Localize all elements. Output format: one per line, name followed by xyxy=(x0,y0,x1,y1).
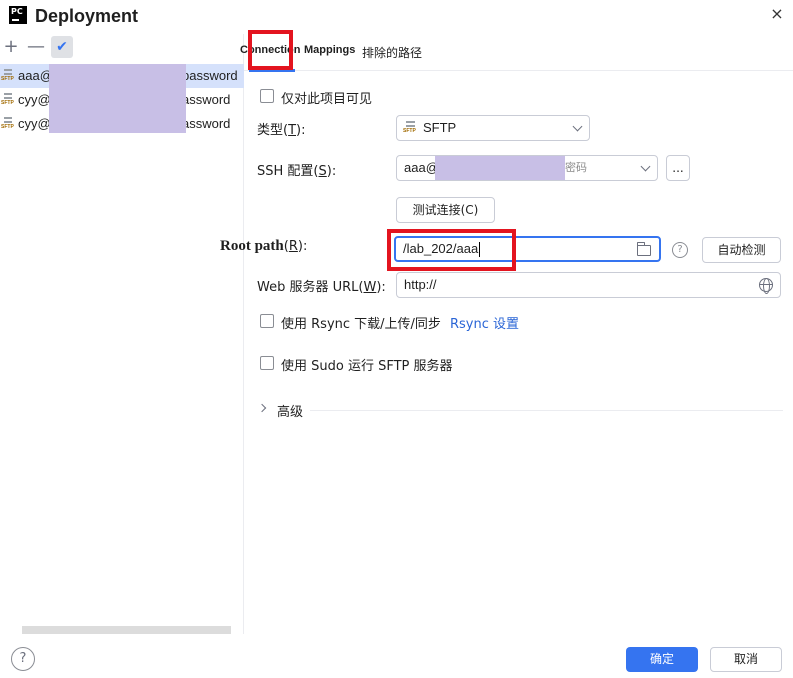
ok-button[interactable]: 确定 xyxy=(626,647,698,672)
visible-only-checkbox[interactable] xyxy=(260,89,274,103)
cancel-button[interactable]: 取消 xyxy=(710,647,782,672)
rsync-checkbox[interactable] xyxy=(260,314,274,328)
chevron-down-icon xyxy=(640,161,651,172)
ssh-config-value-suffix: 密码 xyxy=(565,162,587,174)
server-name-suffix: assword xyxy=(182,92,231,107)
folder-icon[interactable] xyxy=(637,242,651,256)
ssh-config-more-button[interactable]: ... xyxy=(666,155,690,181)
sftp-icon: SFTP xyxy=(403,121,419,135)
web-url-input[interactable]: http:// xyxy=(396,272,781,298)
sftp-icon: SFTP xyxy=(1,117,16,131)
redaction-block xyxy=(435,156,565,180)
app-logo-text: PC xyxy=(11,7,23,16)
server-name-suffix: password xyxy=(182,68,238,83)
type-select[interactable]: SFTP SFTP xyxy=(396,115,590,141)
sftp-icon: SFTP xyxy=(1,93,16,107)
root-path-label: Root path(R): xyxy=(220,238,308,254)
sftp-icon: SFTP xyxy=(1,69,16,83)
help-button[interactable]: ? xyxy=(11,647,35,671)
server-list-toolbar: + — ✔ xyxy=(0,34,244,60)
type-label: 类型(T): xyxy=(257,123,306,138)
tab-mappings[interactable]: Mappings xyxy=(304,44,355,56)
server-name-prefix: cyy@ xyxy=(18,92,51,107)
test-connection-button[interactable]: 测试连接(C) xyxy=(396,197,495,223)
advanced-section-toggle[interactable]: 高级 xyxy=(277,401,303,420)
ssh-config-value-prefix: aaa@ xyxy=(404,160,439,175)
globe-icon[interactable] xyxy=(759,278,773,294)
web-url-label: Web 服务器 URL(W): xyxy=(257,280,386,295)
chevron-right-icon[interactable] xyxy=(257,403,267,413)
sudo-label: 使用 Sudo 运行 SFTP 服务器 xyxy=(281,359,453,374)
type-select-value: SFTP xyxy=(423,120,457,135)
server-name-prefix: cyy@ xyxy=(18,116,51,131)
autodetect-button[interactable]: 自动检测 xyxy=(702,237,781,263)
highlight-box-root-path xyxy=(387,229,516,271)
rsync-settings-link[interactable]: Rsync 设置 xyxy=(450,313,519,332)
close-icon[interactable]: × xyxy=(767,4,787,24)
remove-server-button[interactable]: — xyxy=(25,36,47,58)
server-name-prefix: aaa@ xyxy=(18,68,53,83)
sudo-checkbox[interactable] xyxy=(260,356,274,370)
web-url-value: http:// xyxy=(404,277,437,292)
help-icon[interactable]: ? xyxy=(672,242,688,258)
set-default-button[interactable]: ✔ xyxy=(51,36,73,58)
ssh-config-select[interactable]: aaa@ 密码 xyxy=(396,155,658,181)
horizontal-scrollbar[interactable] xyxy=(22,626,231,634)
rsync-label: 使用 Rsync 下载/上传/同步 xyxy=(281,317,441,332)
redaction-block xyxy=(49,64,186,133)
server-list-panel: + — ✔ SFTP aaa@ password SFTP cyy@ asswo… xyxy=(0,34,244,634)
window-title: Deployment xyxy=(35,6,139,26)
pycharm-logo-icon: PC xyxy=(9,6,27,24)
ssh-config-label: SSH 配置(S): xyxy=(257,164,337,179)
server-name-suffix: assword xyxy=(182,116,231,131)
advanced-divider xyxy=(310,410,783,411)
title-bar: PC Deployment × xyxy=(0,0,793,34)
chevron-down-icon xyxy=(572,121,583,132)
tab-bar: Connection Mappings 排除的路径 xyxy=(240,34,793,71)
tab-excluded-paths[interactable]: 排除的路径 xyxy=(362,44,422,61)
highlight-box-connection xyxy=(248,30,293,70)
add-server-button[interactable]: + xyxy=(0,36,22,58)
visible-only-label: 仅对此项目可见 xyxy=(281,92,373,107)
